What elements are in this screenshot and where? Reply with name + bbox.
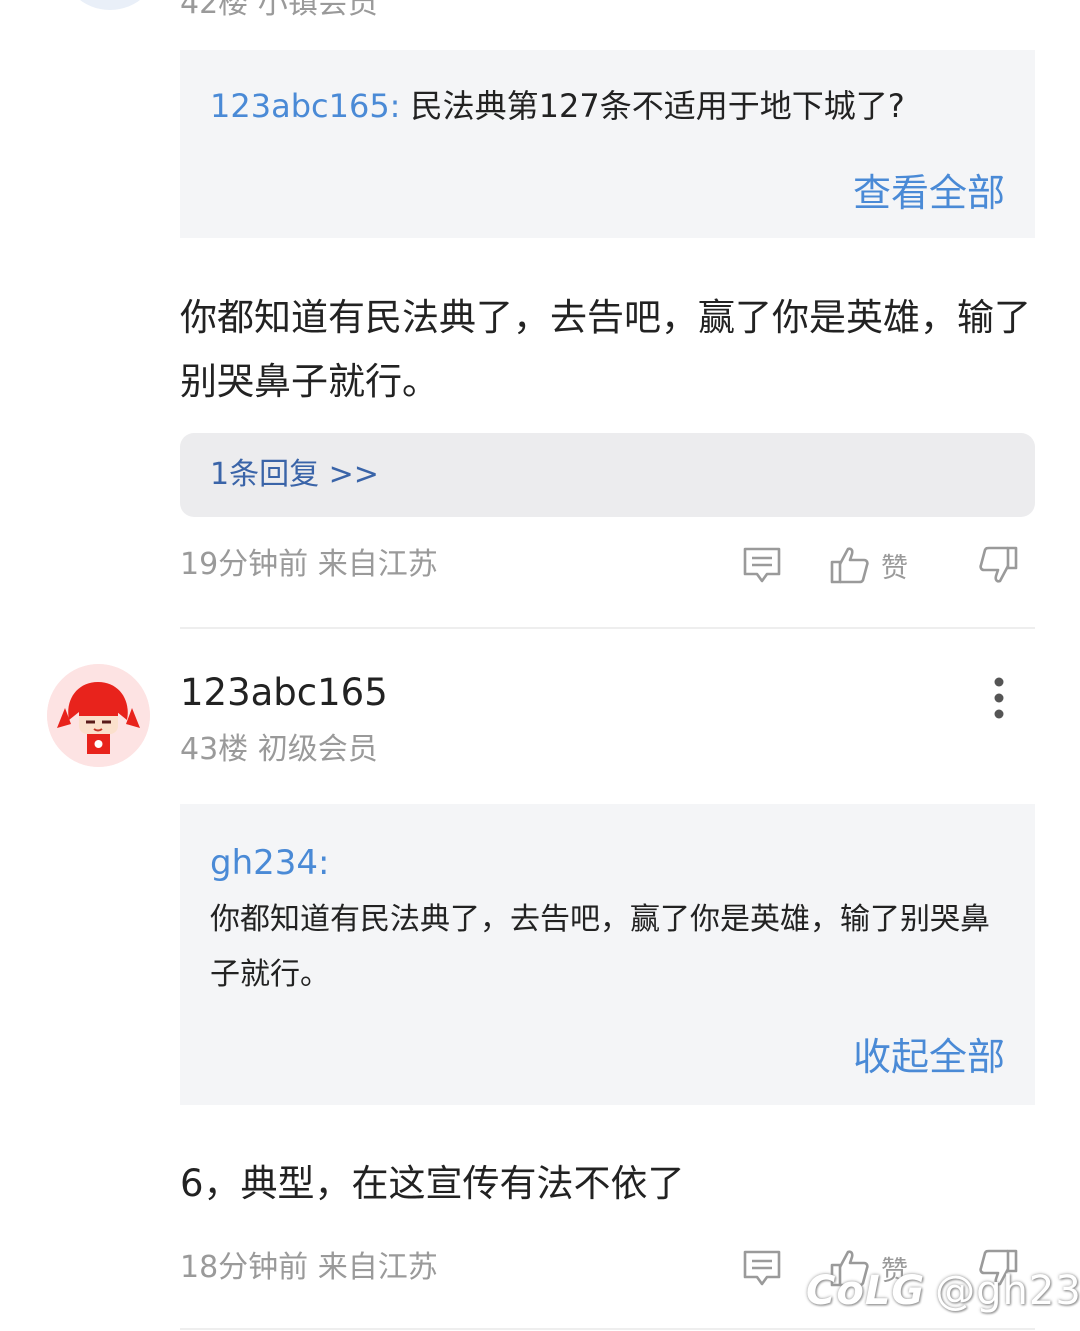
quoted-author[interactable]: 123abc165: <box>210 87 400 125</box>
like-label: 赞 <box>881 552 908 584</box>
quoted-text: 你都知道有民法典了，去告吧，赢了你是英雄，输了别哭鼻子就行。 <box>210 902 990 992</box>
avatar-partial[interactable] <box>60 0 160 10</box>
quoted-author[interactable]: gh234: <box>210 840 329 886</box>
quoted-text: 民法典第127条不适用于地下城了? <box>410 87 905 125</box>
quoted-reply-box: 123abc165: 民法典第127条不适用于地下城了? 查看全部 <box>180 50 1035 238</box>
view-all-link[interactable]: 查看全部 <box>853 168 1005 218</box>
more-vertical-icon <box>994 677 1004 719</box>
reply-button[interactable] <box>741 1247 783 1289</box>
comment-body: 6，典型，在这宣传有法不依了 <box>180 1162 685 1205</box>
comment-time-location: 19分钟前 来自江苏 <box>180 547 438 582</box>
quoted-reply-line: 123abc165: 民法典第127条不适用于地下城了? <box>210 84 905 128</box>
more-options-button[interactable] <box>984 676 1014 720</box>
comment-time-location: 18分钟前 来自江苏 <box>180 1250 438 1285</box>
thumbs-down-icon <box>979 546 1018 583</box>
watermark-handle: @gh234 <box>935 1268 1080 1314</box>
floor-level-partial: 42楼 小镇会员 <box>180 0 378 21</box>
divider <box>180 1328 1035 1330</box>
avatar[interactable] <box>47 664 150 767</box>
collapse-all-link[interactable]: 收起全部 <box>853 1032 1005 1082</box>
comment-icon <box>743 1250 781 1286</box>
username[interactable]: 123abc165 <box>180 668 388 718</box>
replies-link[interactable]: 1条回复 >> <box>210 453 379 497</box>
comment-body: 你都知道有民法典了，去告吧，赢了你是英雄，输了别哭鼻子就行。 <box>180 296 1031 403</box>
watermark-logo: CoLG <box>806 1268 926 1314</box>
replies-link-box[interactable]: 1条回复 >> <box>180 433 1035 517</box>
floor-level: 43楼 初级会员 <box>180 732 378 767</box>
divider <box>180 627 1035 629</box>
quoted-reply-box: gh234: 你都知道有民法典了，去告吧，赢了你是英雄，输了别哭鼻子就行。 收起… <box>180 804 1035 1105</box>
thumbs-up-icon <box>830 547 869 584</box>
like-button[interactable]: 赞 <box>829 544 908 586</box>
watermark: CoLG @gh234 <box>806 1263 1080 1319</box>
comment-icon <box>743 547 781 583</box>
reply-button[interactable] <box>741 544 783 586</box>
avatar-girl-icon <box>47 664 150 767</box>
dislike-button[interactable] <box>977 544 1019 586</box>
